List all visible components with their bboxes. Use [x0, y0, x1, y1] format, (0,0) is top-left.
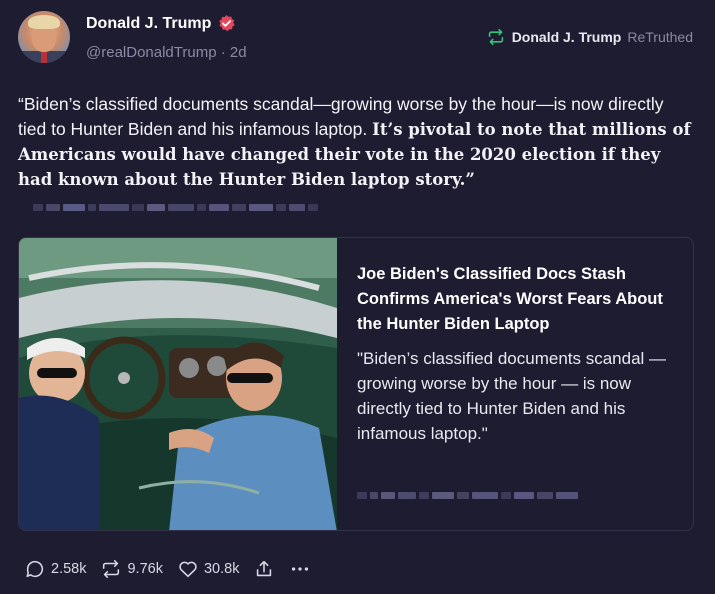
link-preview-card[interactable]: Joe Biden's Classified Docs Stash Confir…: [18, 237, 694, 531]
card-description: "Biden’s classified documents scandal — …: [357, 349, 667, 443]
author-name-row: Donald J. Trump: [86, 14, 236, 33]
retruth-icon: [488, 29, 503, 45]
author-name[interactable]: Donald J. Trump: [86, 15, 211, 33]
reply-button[interactable]: 2.58k: [24, 558, 86, 580]
retruth-button[interactable]: 9.76k: [100, 558, 163, 580]
share-button[interactable]: [253, 558, 275, 580]
redacted-link[interactable]: [33, 204, 318, 211]
reply-count: 2.58k: [51, 561, 87, 577]
more-icon: [292, 567, 309, 571]
action-bar: 2.58k 9.76k 30.8k: [24, 558, 311, 580]
reply-icon: [26, 560, 44, 578]
avatar[interactable]: [18, 11, 70, 63]
like-count: 30.8k: [203, 561, 240, 577]
more-options-button[interactable]: [289, 558, 311, 580]
retruth-label: ReTruthed: [627, 29, 693, 45]
card-thumbnail-image[interactable]: [19, 238, 337, 531]
author-handle[interactable]: @realDonaldTrump: [86, 44, 217, 61]
verified-badge-icon: [219, 14, 236, 32]
like-icon: [179, 561, 197, 578]
author-meta: @realDonaldTrump · 2d: [86, 44, 247, 61]
like-button[interactable]: 30.8k: [177, 558, 239, 580]
retruth-count: 9.76k: [127, 561, 163, 577]
retruth-indicator: Donald J. Trump ReTruthed: [486, 29, 693, 45]
post-text: “Biden’s classified documents scandal—gr…: [18, 92, 694, 192]
post-age[interactable]: 2d: [230, 44, 247, 61]
meta-separator: ·: [220, 44, 226, 61]
card-redacted-source: [357, 492, 578, 499]
card-title[interactable]: Joe Biden's Classified Docs Stash Confir…: [357, 262, 682, 337]
share-icon: [257, 560, 272, 577]
avatar-tie: [41, 51, 47, 63]
avatar-hair: [28, 15, 60, 29]
retruth-icon: [103, 559, 120, 579]
retruth-author[interactable]: Donald J. Trump: [512, 29, 622, 45]
